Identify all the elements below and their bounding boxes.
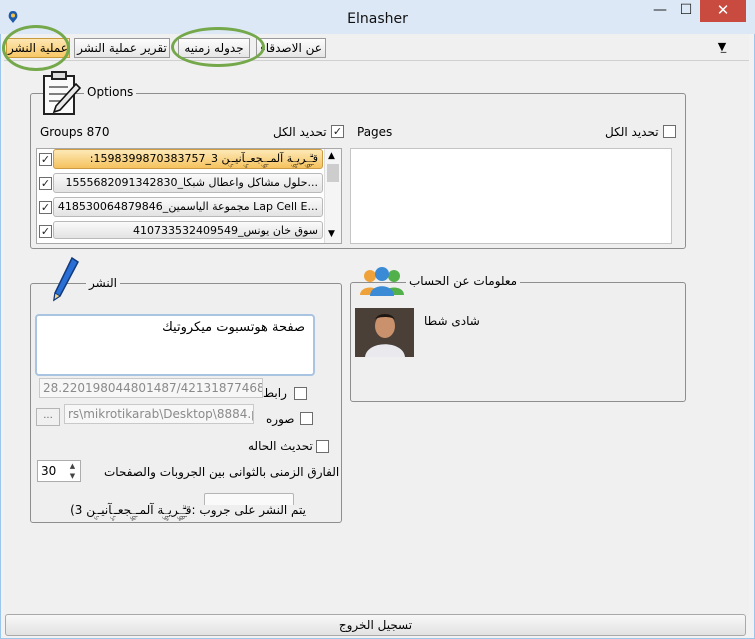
users-icon [360, 267, 404, 296]
group-checkbox[interactable]: ✓ [39, 177, 52, 190]
close-button[interactable]: ✕ [700, 0, 746, 22]
tab-publish-report[interactable]: تقرير عملية النشر [74, 38, 170, 58]
scroll-down-icon[interactable]: ▼ [328, 229, 335, 239]
pages-select-all-label: تحديد الكل [605, 125, 659, 139]
update-status-checkbox[interactable] [316, 440, 329, 453]
image-path-field[interactable]: rs\mikrotikarab\Desktop\8884.png [64, 404, 254, 424]
minimize-button[interactable]: — [648, 0, 672, 22]
group-checkbox[interactable]: ✓ [39, 201, 52, 214]
groups-scrollbar[interactable]: ▲ ▼ [324, 149, 341, 243]
link-field[interactable]: 28.220198044801487/421318774689412 [39, 378, 263, 398]
maximize-button[interactable]: ☐ [674, 0, 698, 22]
image-label: صوره [266, 412, 295, 426]
pages-list[interactable] [350, 148, 672, 244]
pages-label: Pages [357, 125, 393, 139]
window-title: Elnasher [347, 11, 408, 27]
highlight-ellipse-schedule [171, 27, 265, 67]
update-status-label: تحديث الحاله [248, 439, 313, 453]
publish-status-text: (يتم النشر على جروب :قـۣۗـِۣـٍۣريـٍۣـِۣة… [70, 503, 306, 517]
link-checkbox[interactable] [294, 387, 307, 400]
group-checkbox[interactable]: ✓ [39, 153, 52, 166]
groups-select-all-checkbox[interactable]: ✓ [331, 125, 344, 138]
group-list-item[interactable]: :قـۣۗـِۣـٍۣريـٍۣـِۣة آلمــِۣـٍۣجعــٍۣآني… [53, 149, 323, 169]
avatar [355, 308, 414, 357]
scroll-up-icon[interactable]: ▲ [328, 151, 335, 161]
tab-friends[interactable]: عن الاصدقاء [256, 38, 326, 58]
group-checkbox[interactable]: ✓ [39, 225, 52, 238]
checklist-icon [43, 71, 82, 115]
tab-overflow-menu-icon[interactable]: ▼̲ [713, 38, 731, 56]
post-text-input[interactable]: صفحة هوتسبوت ميكروتيك [35, 314, 315, 376]
publish-title: النشر [86, 276, 120, 290]
group-list-item[interactable]: 418530064879846_مجموعة الياسمين Lap Cell… [53, 197, 323, 217]
account-title: معلومات عن الحساب [406, 274, 521, 288]
browse-button[interactable]: ... [36, 408, 60, 426]
image-checkbox[interactable] [300, 412, 313, 425]
highlight-ellipse-publish [2, 25, 70, 71]
account-name: شادى شطا [424, 314, 480, 328]
pages-select-all-checkbox[interactable] [663, 125, 676, 138]
pen-icon [53, 256, 79, 302]
groups-select-all-label: تحديد الكل [273, 125, 327, 139]
spin-down-icon[interactable]: ▼ [66, 471, 79, 481]
groups-count-label: Groups 870 [40, 125, 110, 139]
interval-value: 30 [41, 464, 57, 478]
spin-up-icon[interactable]: ▲ [66, 461, 79, 471]
scroll-thumb[interactable] [327, 164, 339, 182]
link-label: رابط [263, 386, 287, 400]
avatar-photo [355, 308, 414, 357]
options-title: Options [84, 85, 137, 99]
group-list-item[interactable]: حلول مشاكل واعطال شبكا_1555682091342830.… [53, 173, 323, 193]
logout-button[interactable]: تسجيل الخروج [5, 614, 746, 636]
group-list-item[interactable]: سوق خان يونس_410733532409549 [53, 221, 323, 239]
interval-label: الفارق الزمنى بالثوانى بين الجروبات والص… [104, 465, 340, 479]
